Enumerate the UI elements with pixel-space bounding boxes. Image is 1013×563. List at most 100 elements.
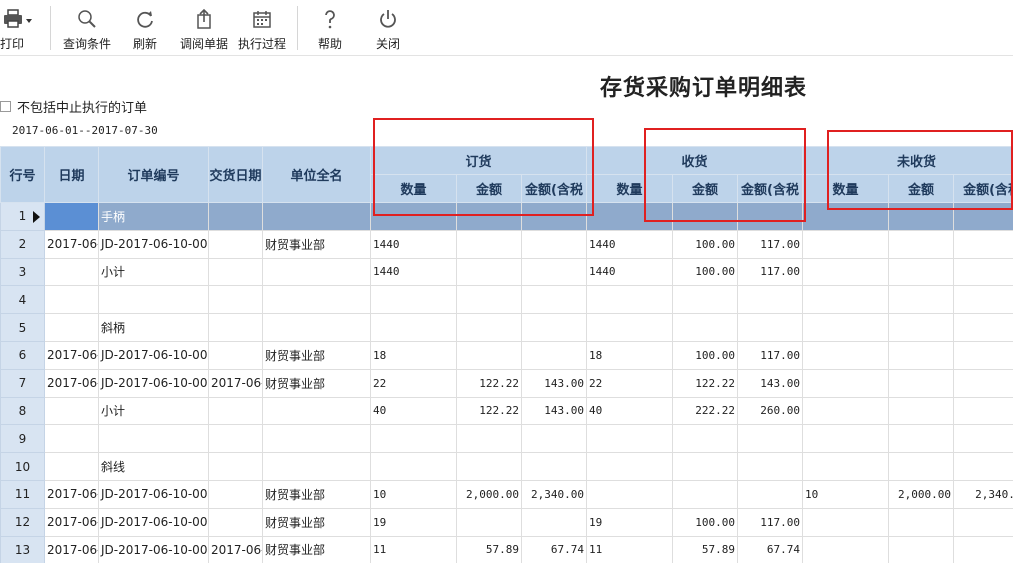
cell-o-qty[interactable]: 11 bbox=[370, 535, 457, 563]
cell-r-amt[interactable]: 100.00 bbox=[672, 229, 739, 259]
cell-r-amt[interactable] bbox=[672, 424, 739, 454]
col-ordered-amount-tax[interactable]: 金额(含税 bbox=[520, 174, 588, 203]
cell-date[interactable]: 2017-06- bbox=[44, 368, 99, 398]
view-document-button[interactable]: 调阅单据 bbox=[176, 4, 232, 52]
col-delivery-date[interactable]: 交货日期 bbox=[208, 146, 263, 203]
cell-n-tax[interactable] bbox=[953, 507, 1013, 537]
cell-n-amt[interactable] bbox=[888, 285, 955, 315]
cell-n-qty[interactable] bbox=[802, 452, 890, 481]
cell-r-qty[interactable]: 22 bbox=[586, 368, 674, 398]
cell-o-qty[interactable]: 10 bbox=[370, 479, 457, 509]
cell-o-qty[interactable] bbox=[370, 452, 457, 481]
cell-delivery[interactable] bbox=[208, 424, 263, 454]
cell-r-qty[interactable] bbox=[586, 202, 674, 231]
row-number[interactable]: 4 bbox=[0, 285, 45, 315]
cell-delivery[interactable] bbox=[208, 452, 263, 481]
cell-o-amt[interactable] bbox=[456, 424, 522, 454]
cell-n-tax[interactable] bbox=[953, 424, 1013, 454]
cell-r-tax[interactable]: 260.00 bbox=[737, 396, 804, 426]
cell-r-amt[interactable] bbox=[672, 202, 739, 231]
cell-o-amt[interactable] bbox=[456, 313, 522, 342]
cell-order[interactable]: JD-2017-06-10-000 bbox=[98, 368, 209, 398]
cell-unit[interactable]: 财贸事业部 bbox=[262, 535, 371, 563]
cell-o-amt[interactable] bbox=[456, 285, 522, 315]
cell-order[interactable]: JD-2017-06-10-000 bbox=[98, 340, 209, 370]
table-row[interactable]: 10 斜线 bbox=[0, 452, 1013, 481]
cell-order[interactable]: JD-2017-06-10-000 bbox=[98, 479, 209, 509]
cell-n-tax[interactable] bbox=[953, 396, 1013, 426]
cell-unit[interactable]: 财贸事业部 bbox=[262, 507, 371, 537]
cell-n-amt[interactable] bbox=[888, 368, 955, 398]
cell-o-tax[interactable]: 67.74 bbox=[520, 535, 588, 563]
cell-r-qty[interactable] bbox=[586, 424, 674, 454]
cell-o-qty[interactable] bbox=[370, 313, 457, 342]
cell-r-qty[interactable]: 1440 bbox=[586, 257, 674, 287]
cell-n-qty[interactable] bbox=[802, 368, 890, 398]
cell-date[interactable] bbox=[44, 452, 99, 481]
col-order-no[interactable]: 订单编号 bbox=[98, 146, 209, 203]
cell-o-qty[interactable] bbox=[370, 424, 457, 454]
cell-o-amt[interactable] bbox=[456, 229, 522, 259]
cell-n-amt[interactable] bbox=[888, 229, 955, 259]
cell-n-amt[interactable]: 2,000.00 bbox=[888, 479, 955, 509]
cell-o-qty[interactable]: 1440 bbox=[370, 229, 457, 259]
row-number[interactable]: 13 bbox=[0, 535, 45, 563]
cell-n-qty[interactable] bbox=[802, 285, 890, 315]
cell-date[interactable] bbox=[44, 202, 99, 231]
cell-date[interactable]: 2017-06- bbox=[44, 479, 99, 509]
cell-unit[interactable] bbox=[262, 257, 371, 287]
cell-o-tax[interactable]: 143.00 bbox=[520, 396, 588, 426]
table-row[interactable]: 4 bbox=[0, 285, 1013, 315]
cell-unit[interactable] bbox=[262, 396, 371, 426]
cell-n-qty[interactable]: 10 bbox=[802, 479, 890, 509]
cell-date[interactable]: 2017-06- bbox=[44, 507, 99, 537]
cell-o-tax[interactable] bbox=[520, 257, 588, 287]
cell-o-tax[interactable] bbox=[520, 313, 588, 342]
cell-r-tax[interactable] bbox=[737, 285, 804, 315]
cell-r-amt[interactable]: 100.00 bbox=[672, 340, 739, 370]
cell-n-amt[interactable] bbox=[888, 535, 955, 563]
table-row[interactable]: 3 小计 1440 1440 100.00 117.00 bbox=[0, 257, 1013, 287]
cell-n-amt[interactable] bbox=[888, 257, 955, 287]
table-row[interactable]: 6 2017-06- JD-2017-06-10-000 财贸事业部 18 18 100.0… bbox=[0, 340, 1013, 370]
row-number[interactable]: 9 bbox=[0, 424, 45, 454]
cell-delivery[interactable] bbox=[208, 285, 263, 315]
close-button[interactable]: 关闭 bbox=[368, 4, 408, 52]
cell-unit[interactable] bbox=[262, 313, 371, 342]
cell-n-tax[interactable] bbox=[953, 229, 1013, 259]
col-received-amount-tax[interactable]: 金额(含税 bbox=[737, 174, 804, 203]
cell-n-qty[interactable] bbox=[802, 507, 890, 537]
cell-r-amt[interactable] bbox=[672, 313, 739, 342]
cell-order[interactable]: 斜线 bbox=[98, 452, 209, 481]
row-number[interactable]: 8 bbox=[0, 396, 45, 426]
cell-order[interactable]: JD-2017-06-10-000 bbox=[98, 507, 209, 537]
cell-o-tax[interactable] bbox=[520, 285, 588, 315]
cell-date[interactable] bbox=[44, 424, 99, 454]
cell-o-tax[interactable]: 143.00 bbox=[520, 368, 588, 398]
cell-n-qty[interactable] bbox=[802, 257, 890, 287]
cell-delivery[interactable] bbox=[208, 257, 263, 287]
cell-n-qty[interactable] bbox=[802, 424, 890, 454]
cell-unit[interactable]: 财贸事业部 bbox=[262, 340, 371, 370]
cell-r-amt[interactable] bbox=[672, 452, 739, 481]
help-button[interactable]: 帮助 bbox=[310, 4, 350, 52]
cell-r-amt[interactable]: 100.00 bbox=[672, 507, 739, 537]
cell-r-tax[interactable] bbox=[737, 202, 804, 231]
cell-unit[interactable] bbox=[262, 424, 371, 454]
cell-n-tax[interactable] bbox=[953, 285, 1013, 315]
cell-r-amt[interactable]: 100.00 bbox=[672, 257, 739, 287]
cell-date[interactable]: 2017-06- bbox=[44, 340, 99, 370]
col-date[interactable]: 日期 bbox=[44, 146, 99, 203]
exclude-stopped-option[interactable]: 不包括中止执行的订单 bbox=[0, 98, 147, 116]
cell-order[interactable]: 斜柄 bbox=[98, 313, 209, 342]
cell-n-tax[interactable] bbox=[953, 368, 1013, 398]
col-unit-name[interactable]: 单位全名 bbox=[262, 146, 371, 203]
cell-r-qty[interactable]: 18 bbox=[586, 340, 674, 370]
cell-r-qty[interactable] bbox=[586, 479, 674, 509]
cell-o-amt[interactable]: 57.89 bbox=[456, 535, 522, 563]
cell-n-amt[interactable] bbox=[888, 452, 955, 481]
cell-delivery[interactable] bbox=[208, 507, 263, 537]
col-received-qty[interactable]: 数量 bbox=[586, 174, 674, 203]
cell-date[interactable] bbox=[44, 285, 99, 315]
cell-n-tax[interactable] bbox=[953, 535, 1013, 563]
